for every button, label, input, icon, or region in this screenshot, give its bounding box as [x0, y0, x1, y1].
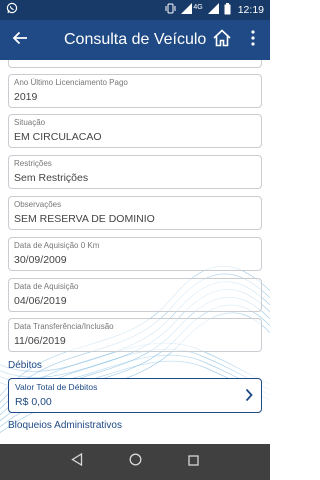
battery-icon: [224, 2, 231, 18]
field-value: 11/06/2019: [14, 335, 66, 347]
signal-icon: [181, 3, 193, 17]
nav-recents-button[interactable]: [183, 452, 203, 472]
field-data-aquisicao-0km: Data de Aquisição 0 Km 30/09/2009: [8, 237, 262, 271]
app-bar: Consulta de Veículo: [0, 20, 270, 60]
status-bar: 4G 12:19: [0, 0, 270, 20]
field-label: Ano Último Licenciamento Pago: [14, 78, 128, 87]
field-value: Sem Restrições: [14, 172, 89, 184]
page-title: Consulta de Veículo: [64, 31, 207, 48]
nav-home-button[interactable]: [125, 452, 145, 472]
field-data-aquisicao: Data de Aquisição 04/06/2019: [8, 278, 262, 312]
field-data-transferencia: Data Transferência/Inclusão 11/06/2019: [8, 318, 262, 352]
field-label: Data de Aquisição 0 Km: [14, 241, 100, 250]
field-label: Data de Aquisição: [14, 282, 79, 291]
field-value: 04/06/2019: [14, 295, 67, 307]
network-type: 4G: [193, 4, 203, 11]
back-button[interactable]: [0, 20, 40, 60]
debitos-section-title: Débitos: [8, 360, 42, 371]
field-value: SEM RESERVA DE DOMINIO: [14, 213, 155, 225]
field-ano-licenciamento: Ano Último Licenciamento Pago 2019: [8, 74, 262, 108]
field-label: Situação: [14, 118, 46, 127]
status-time: 12:19: [237, 4, 264, 16]
field-value: 2019: [14, 91, 38, 103]
status-right: 4G 12:19: [165, 2, 264, 18]
field-label: Observações: [14, 200, 62, 209]
debitos-value: R$ 0,00: [15, 396, 52, 408]
circle-home-icon: [129, 453, 142, 471]
field-value: 30/09/2009: [14, 254, 67, 266]
field-value: EM CIRCULACAO: [14, 131, 102, 143]
bloqueios-section-title: Bloqueios Administrativos: [8, 420, 122, 431]
back-arrow-icon: [12, 30, 28, 51]
home-icon: [212, 28, 232, 53]
whatsapp-icon: [6, 1, 18, 19]
chevron-right-icon: [245, 388, 253, 407]
home-button[interactable]: [210, 28, 234, 52]
square-recents-icon: [187, 453, 199, 471]
status-left: [6, 1, 18, 19]
field-restricoes: Restrições Sem Restrições: [8, 155, 262, 189]
debitos-label: Valor Total de Débitos: [15, 382, 98, 392]
vehicle-details[interactable]: Ano Último Licenciamento Pago 2019 Situa…: [0, 60, 270, 444]
signal-icon-2: [207, 3, 219, 17]
triangle-back-icon: [71, 452, 83, 471]
nav-back-button[interactable]: [67, 452, 87, 472]
previous-field-edge: [8, 60, 262, 68]
system-nav-bar: [0, 444, 270, 480]
more-options-button[interactable]: [244, 28, 262, 52]
vibrate-icon: [165, 3, 176, 17]
field-label: Restrições: [14, 159, 52, 168]
field-observacoes: Observações SEM RESERVA DE DOMINIO: [8, 196, 262, 230]
debitos-card[interactable]: Valor Total de Débitos R$ 0,00: [8, 378, 262, 413]
field-situacao: Situação EM CIRCULACAO: [8, 114, 262, 148]
field-label: Data Transferência/Inclusão: [14, 322, 114, 331]
more-vertical-icon: [251, 29, 255, 51]
